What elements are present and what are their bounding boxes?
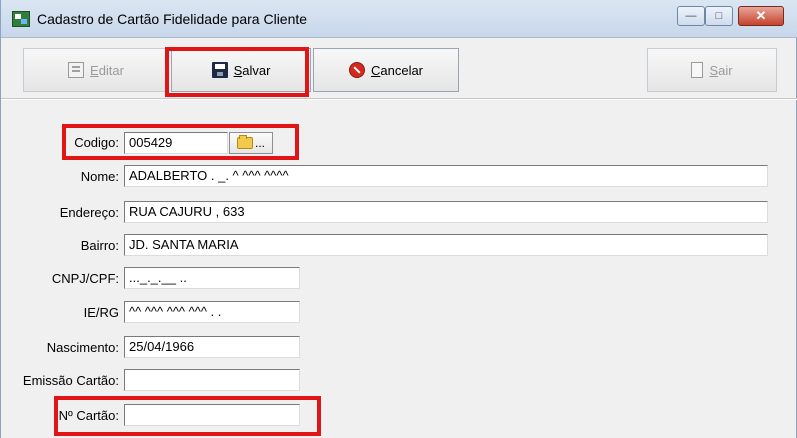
editar-label: Editar bbox=[90, 62, 124, 78]
maximize-button[interactable]: □ bbox=[705, 6, 733, 26]
cancelar-label: Cancelar bbox=[370, 62, 424, 78]
app-icon bbox=[12, 11, 30, 27]
edit-icon bbox=[68, 62, 85, 78]
highlight-salvar bbox=[165, 47, 309, 97]
nascimento-field[interactable]: 25/04/1966 bbox=[124, 336, 300, 358]
cnpj-field[interactable]: ..._._.__ .. bbox=[124, 267, 300, 289]
nome-label: Nome: bbox=[80, 169, 119, 184]
toolbar-separator bbox=[1, 98, 797, 100]
endereco-field[interactable]: RUA CAJURU , 633 bbox=[124, 201, 768, 223]
highlight-num-cartao bbox=[54, 396, 321, 436]
emissao-label: Emissão Cartão: bbox=[22, 373, 119, 388]
title-bar: Cadastro de Cartão Fidelidade para Clien… bbox=[1, 0, 797, 38]
cnpj-label: CNPJ/CPF: bbox=[51, 271, 119, 286]
sair-label: Sair bbox=[709, 62, 733, 78]
toolbar: Editar Salvar Cancelar Sair bbox=[7, 46, 792, 96]
cancelar-button[interactable]: Cancelar bbox=[313, 48, 459, 92]
app-window: Cadastro de Cartão Fidelidade para Clien… bbox=[0, 0, 797, 438]
cancel-icon bbox=[348, 62, 365, 78]
bairro-field[interactable]: JD. SANTA MARIA bbox=[124, 234, 768, 256]
endereco-label: Endereço: bbox=[59, 205, 119, 220]
minimize-button[interactable]: — bbox=[677, 6, 705, 26]
highlight-codigo bbox=[62, 124, 299, 160]
ie-field[interactable]: ^^ ^^^ ^^^ ^^^ . . bbox=[124, 301, 300, 323]
emissao-field[interactable] bbox=[124, 369, 300, 391]
nascimento-label: Nascimento: bbox=[46, 340, 119, 355]
exit-icon bbox=[691, 62, 704, 78]
nome-field[interactable]: ADALBERTO . _. ^ ^^^ ^^^^ bbox=[124, 165, 768, 187]
sair-button[interactable]: Sair bbox=[647, 48, 777, 92]
window-title: Cadastro de Cartão Fidelidade para Clien… bbox=[37, 11, 308, 27]
close-button[interactable]: ✕ bbox=[738, 6, 784, 26]
editar-button[interactable]: Editar bbox=[23, 48, 169, 92]
bairro-label: Bairro: bbox=[80, 238, 119, 253]
ie-label: IE/RG bbox=[83, 305, 119, 320]
